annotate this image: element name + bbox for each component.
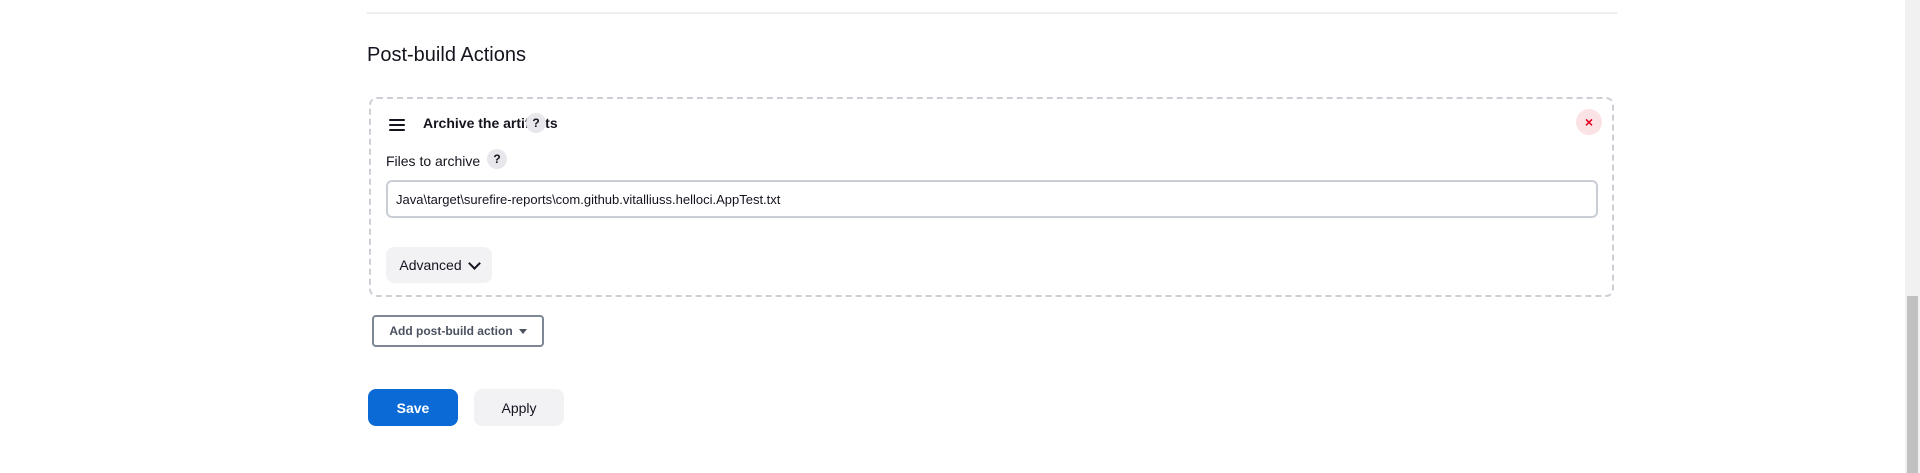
caret-down-icon: [518, 328, 527, 334]
apply-button[interactable]: Apply: [474, 389, 564, 426]
drag-handle-icon[interactable]: [389, 119, 405, 131]
chevron-down-icon: [467, 256, 481, 270]
advanced-button[interactable]: Advanced: [386, 247, 492, 283]
page: Post-build Actions Archive the artifacts…: [0, 0, 1920, 473]
close-icon[interactable]: ×: [1576, 109, 1602, 135]
scrollbar-thumb[interactable]: [1907, 296, 1918, 473]
field-help-icon[interactable]: ?: [487, 149, 507, 169]
section-title: Post-build Actions: [367, 44, 526, 66]
save-button[interactable]: Save: [368, 389, 458, 426]
add-post-build-action-button[interactable]: Add post-build action: [372, 315, 544, 347]
step-help-icon[interactable]: ?: [526, 113, 546, 133]
archive-artifacts-step: Archive the artifacts ? × Files to archi…: [369, 97, 1614, 297]
files-to-archive-label: Files to archive: [386, 153, 481, 169]
advanced-label: Advanced: [399, 257, 462, 273]
add-post-build-action-label: Add post-build action: [389, 324, 513, 338]
files-to-archive-input[interactable]: [386, 180, 1598, 218]
section-divider: [367, 12, 1617, 14]
scrollbar-track[interactable]: [1905, 0, 1920, 473]
